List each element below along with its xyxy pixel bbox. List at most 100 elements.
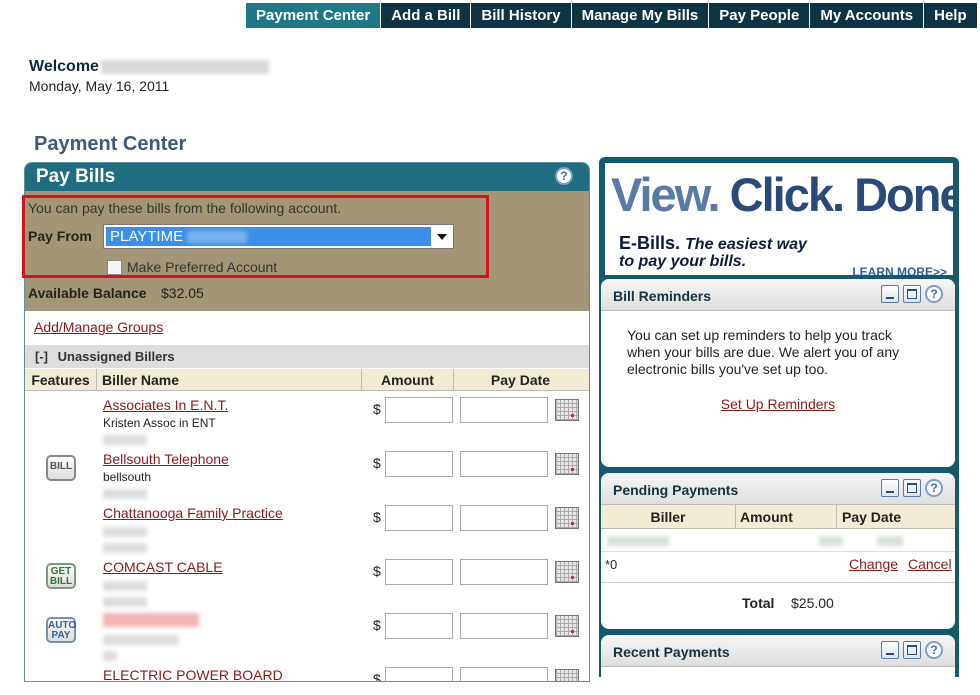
help-icon[interactable]: ? xyxy=(925,479,943,497)
nav-bill-history[interactable]: Bill History xyxy=(471,3,572,28)
recent-payments-title: Recent Payments xyxy=(613,644,730,660)
highlight-box xyxy=(22,195,489,278)
account-number-redacted xyxy=(103,543,147,553)
nav-manage-my-bills[interactable]: Manage My Bills xyxy=(571,3,710,28)
help-icon[interactable]: ? xyxy=(925,285,943,303)
maximize-icon[interactable] xyxy=(903,479,921,497)
nav-add-a-bill[interactable]: Add a Bill xyxy=(381,3,472,28)
minimize-icon[interactable] xyxy=(881,641,899,659)
group-name: Unassigned Billers xyxy=(57,349,175,364)
recent-payments-widget: Recent Payments ? xyxy=(601,635,955,695)
account-number-redacted xyxy=(103,635,179,645)
dollar-sign: $ xyxy=(373,509,381,525)
calendar-icon[interactable] xyxy=(555,615,579,637)
col-pay-date: Pay Date xyxy=(842,509,902,525)
maximize-icon[interactable] xyxy=(903,285,921,303)
nav-my-accounts[interactable]: My Accounts xyxy=(810,3,925,28)
pay-date-input[interactable] xyxy=(460,397,548,423)
change-link[interactable]: Change xyxy=(849,556,898,572)
calendar-icon[interactable] xyxy=(555,669,579,681)
top-nav: Payment Center Add a Bill Bill History M… xyxy=(246,3,977,28)
bill-icon[interactable]: BILL xyxy=(46,455,76,481)
col-amount: Amount xyxy=(362,369,454,390)
table-row xyxy=(601,530,955,552)
group-collapse-toggle[interactable]: [-] xyxy=(35,349,48,364)
amount-input[interactable] xyxy=(385,667,453,681)
get-bill-icon[interactable]: GET BILL xyxy=(46,563,76,589)
user-name-redacted xyxy=(100,59,269,74)
banner-tagline-2: to pay your bills. xyxy=(619,253,747,270)
bill-reminders-text: You can set up reminders to help you tra… xyxy=(627,327,900,377)
pay-date-input[interactable] xyxy=(460,451,548,477)
learn-more-link[interactable]: LEARN MORE>> xyxy=(852,265,947,275)
col-biller-name: Biller Name xyxy=(97,369,362,390)
billers-section: Add/Manage Groups [-] Unassigned Billers… xyxy=(25,311,589,681)
pending-footnote: *0 xyxy=(605,557,618,572)
minimize-icon[interactable] xyxy=(881,285,899,303)
table-row: AUTO PAY $ xyxy=(25,613,589,667)
col-biller: Biller xyxy=(601,505,736,528)
table-row: Chattanooga Family Practice $ xyxy=(25,505,589,559)
calendar-icon[interactable] xyxy=(555,399,579,421)
date-redacted xyxy=(877,536,903,546)
add-manage-groups-link[interactable]: Add/Manage Groups xyxy=(34,319,163,335)
page-title: Payment Center xyxy=(34,133,187,155)
biller-link[interactable]: ELECTRIC POWER BOARD xyxy=(103,667,283,681)
nav-help[interactable]: Help xyxy=(924,3,977,28)
biller-link-redacted[interactable] xyxy=(103,613,199,627)
account-number-redacted xyxy=(103,435,147,445)
biller-nickname: Kristen Assoc in ENT xyxy=(103,416,216,430)
dollar-sign: $ xyxy=(373,401,381,417)
dollar-sign: $ xyxy=(373,455,381,471)
amount-input[interactable] xyxy=(385,451,453,477)
nav-pay-people[interactable]: Pay People xyxy=(709,3,811,28)
biller-link[interactable]: COMCAST CABLE xyxy=(103,559,223,575)
pay-date-input[interactable] xyxy=(460,613,548,639)
amount-input[interactable] xyxy=(385,613,453,639)
pending-payments-title: Pending Payments xyxy=(613,482,739,498)
ebills-banner[interactable]: View. Click. Done. E-Bills. The easiest … xyxy=(605,163,953,275)
table-row: ELECTRIC POWER BOARD $ xyxy=(25,667,589,681)
amount-input[interactable] xyxy=(385,559,453,585)
cancel-link[interactable]: Cancel xyxy=(908,556,952,572)
billers-table-header: Features Biller Name Amount Pay Date xyxy=(25,369,589,391)
help-icon[interactable]: ? xyxy=(925,641,943,659)
bill-reminders-header: Bill Reminders ? xyxy=(601,279,955,311)
pending-payments-widget: Pending Payments ? Biller Amount Pay Dat… xyxy=(601,473,955,629)
set-up-reminders-link: Set Up Reminders xyxy=(720,396,836,412)
pay-bills-header: Pay Bills ? xyxy=(25,163,589,191)
table-row: BILL Bellsouth Telephone bellsouth $ xyxy=(25,451,589,505)
account-number-redacted xyxy=(103,489,147,499)
total-label: Total xyxy=(742,595,775,611)
pay-date-input[interactable] xyxy=(460,559,548,585)
biller-redacted xyxy=(607,536,669,546)
biller-nickname: bellsouth xyxy=(103,470,152,484)
total-value: $25.00 xyxy=(791,595,834,611)
pay-date-input[interactable] xyxy=(460,505,548,531)
biller-link[interactable]: Associates In E.N.T. xyxy=(103,397,228,413)
calendar-icon[interactable] xyxy=(555,453,579,475)
pending-payments-header: Pending Payments ? xyxy=(601,473,955,505)
calendar-icon[interactable] xyxy=(555,507,579,529)
auto-pay-icon[interactable]: AUTO PAY xyxy=(46,617,76,643)
nav-payment-center[interactable]: Payment Center xyxy=(246,3,382,28)
pay-date-input[interactable] xyxy=(460,667,548,681)
available-balance-value: $32.05 xyxy=(161,285,204,301)
recent-payments-header: Recent Payments ? xyxy=(601,635,955,667)
table-row: Associates In E.N.T. Kristen Assoc in EN… xyxy=(25,397,589,451)
bill-reminders-title: Bill Reminders xyxy=(613,288,712,304)
maximize-icon[interactable] xyxy=(903,641,921,659)
biller-link[interactable]: Bellsouth Telephone xyxy=(103,451,229,467)
col-pay-date: Pay Date xyxy=(490,372,551,388)
amount-input[interactable] xyxy=(385,505,453,531)
pending-table-header: Biller Amount Pay Date xyxy=(601,505,955,529)
biller-link[interactable]: Chattanooga Family Practice xyxy=(103,505,283,521)
account-number-redacted xyxy=(103,527,147,537)
minimize-icon[interactable] xyxy=(881,479,899,497)
amount-input[interactable] xyxy=(385,397,453,423)
account-number-redacted xyxy=(103,651,117,661)
calendar-icon[interactable] xyxy=(555,561,579,583)
right-sidebar: View. Click. Done. E-Bills. The easiest … xyxy=(599,157,959,695)
help-icon[interactable]: ? xyxy=(555,167,573,185)
col-features: Features xyxy=(25,369,97,390)
